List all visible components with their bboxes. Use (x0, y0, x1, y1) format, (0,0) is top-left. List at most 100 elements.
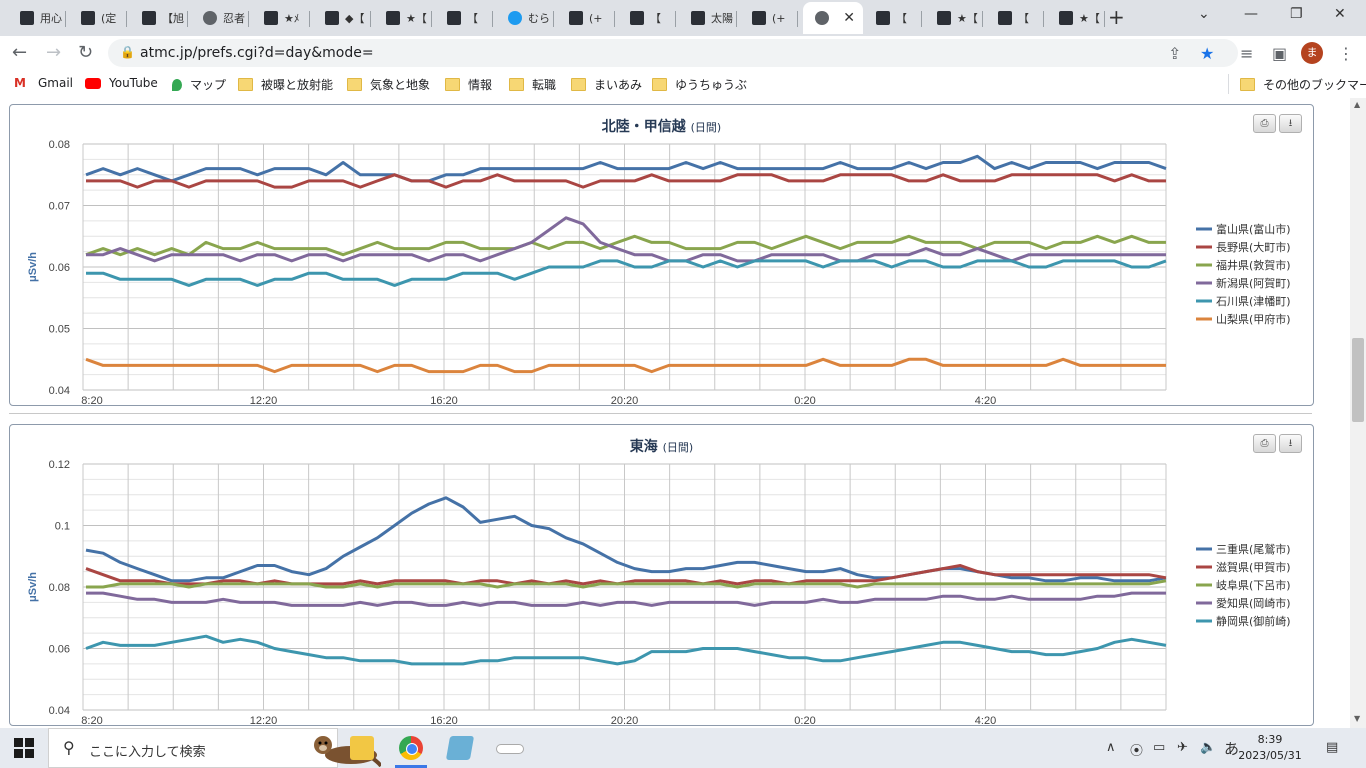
lock-icon[interactable]: 🔒 (120, 45, 135, 59)
reading-list-icon[interactable]: ≡ (1240, 44, 1253, 63)
legend-label[interactable]: 岐阜県(下呂市) (1216, 578, 1291, 592)
page-scrollbar[interactable]: ▲ ▼ (1350, 98, 1366, 728)
tab-active[interactable]: ✕ (803, 2, 863, 34)
browser-tab[interactable]: 【 (864, 2, 922, 34)
browser-tab[interactable]: ★【 (374, 2, 432, 34)
browser-tab[interactable]: ★【 (925, 2, 983, 34)
legend-label[interactable]: 新潟県(阿賀町) (1216, 276, 1291, 290)
new-tab-button[interactable]: + (1108, 5, 1125, 29)
bookmark-other[interactable]: その他のブックマーク (1240, 76, 1366, 93)
browser-tab[interactable]: 用心 (8, 2, 66, 34)
download-icon[interactable]: ⭳ (1279, 434, 1302, 453)
legend-label[interactable]: 山梨県(甲府市) (1216, 312, 1291, 326)
share-icon[interactable]: ⇪ (1168, 44, 1181, 63)
chrome-icon[interactable] (399, 736, 423, 760)
bookmark-youtube[interactable]: YouTube (85, 76, 158, 90)
bookmark-label: YouTube (109, 76, 158, 90)
legend-label[interactable]: 富山県(富山市) (1216, 222, 1291, 236)
bookmark-folder[interactable]: ゆうちゅうぶ (652, 76, 747, 93)
wifi-icon[interactable]: ✈ (1177, 740, 1188, 755)
section-divider (9, 413, 1312, 414)
taskbar-clock[interactable]: 8:39 2023/05/31 (1234, 732, 1306, 764)
browser-tab[interactable]: むら (496, 2, 554, 34)
legend-label[interactable]: 石川県(津幡町) (1216, 294, 1291, 308)
tab-separator (982, 11, 983, 27)
legend-label[interactable]: 長野県(大町市) (1216, 240, 1291, 254)
taskbar: ⚲ ここに入力して検索 ∧ ⦿ ▭ ✈ 🔈 あ 8:39 2023/05/31 … (0, 728, 1366, 768)
profile-avatar[interactable]: ま (1301, 42, 1323, 64)
minimize-button[interactable]: — (1244, 6, 1258, 22)
series-line[interactable] (86, 173, 1166, 189)
volume-icon[interactable]: 🔈 (1200, 740, 1216, 755)
bookmark-folder[interactable]: 転職 (509, 76, 556, 93)
series-line[interactable] (85, 357, 1166, 374)
browser-tab[interactable]: 太陽 (679, 2, 737, 34)
folder-icon (509, 78, 524, 91)
bookmark-folder[interactable]: 情報 (445, 76, 492, 93)
scroll-up-icon[interactable]: ▲ (1354, 100, 1360, 109)
maximize-button[interactable]: ❐ (1290, 6, 1303, 22)
y-tick-label: 0.06 (49, 644, 70, 656)
print-icon[interactable]: ⎙ (1253, 434, 1276, 453)
y-tick-label: 0.08 (49, 582, 70, 594)
forward-icon[interactable]: → (46, 42, 61, 63)
x-tick-label: 16:20 (430, 395, 458, 405)
tab-close-icon[interactable]: ✕ (843, 10, 855, 26)
browser-tab[interactable]: (+ (740, 2, 798, 34)
tab-separator (1104, 11, 1105, 27)
legend-label[interactable]: 福井県(敦賀市) (1216, 258, 1291, 272)
series-line[interactable] (86, 259, 1167, 287)
bookmark-gmail[interactable]: M Gmail (14, 76, 73, 90)
menu-icon[interactable]: ⋮ (1338, 44, 1354, 63)
print-icon[interactable]: ⎙ (1253, 114, 1276, 133)
taskbar-search[interactable]: ⚲ ここに入力して検索 (48, 728, 381, 768)
app-icon[interactable] (445, 736, 475, 760)
bookmark-label: 被曝と放射能 (261, 78, 334, 92)
legend-label[interactable]: 愛知県(岡崎市) (1216, 596, 1291, 610)
battery-icon[interactable]: ▭ (1153, 740, 1165, 755)
reload-icon[interactable]: ↻ (78, 42, 93, 63)
app-icon[interactable] (496, 744, 524, 754)
scrollbar-thumb[interactable] (1352, 338, 1364, 422)
file-explorer-icon[interactable] (350, 736, 374, 760)
bookmark-star-icon[interactable]: ★ (1200, 44, 1214, 63)
scroll-down-icon[interactable]: ▼ (1354, 714, 1360, 723)
legend-label[interactable]: 三重県(尾鷲市) (1216, 542, 1291, 556)
tab-favicon-icon (203, 11, 217, 25)
series-line[interactable] (85, 634, 1167, 666)
tab-search-icon[interactable]: ⌄ (1198, 6, 1210, 22)
side-panel-icon[interactable]: ▣ (1272, 44, 1287, 63)
browser-toolbar: ← → ↻ 🔒 atmc.jp/prefs.cgi?d=day&mode= ⇪ … (0, 36, 1366, 70)
legend-label[interactable]: 滋賀県(甲賀市) (1216, 560, 1291, 574)
download-icon[interactable]: ⭳ (1279, 114, 1302, 133)
browser-tab[interactable]: 【 (618, 2, 676, 34)
bookmark-folder[interactable]: まいあみ (571, 76, 642, 93)
bookmark-folder[interactable]: 被曝と放射能 (238, 76, 333, 93)
browser-tab[interactable]: 【旭 (130, 2, 188, 34)
folder-icon (1240, 78, 1255, 91)
browser-tab[interactable]: (定 (69, 2, 127, 34)
tab-separator (492, 11, 493, 27)
browser-tab[interactable]: ◆【 (313, 2, 371, 34)
bookmarks-bar: M Gmail YouTube マップ 被曝と放射能 気象と地象 情報 転職 まい… (0, 70, 1366, 99)
browser-tab[interactable]: ★【 (1047, 2, 1105, 34)
browser-tab[interactable]: 【 (986, 2, 1044, 34)
legend-label[interactable]: 静岡県(御前崎) (1216, 614, 1291, 628)
meet-icon[interactable]: ⦿ (1130, 740, 1143, 759)
browser-tab[interactable]: 【 (435, 2, 493, 34)
tab-label: ◆【 (345, 12, 365, 25)
notification-icon[interactable]: ▤ (1326, 740, 1338, 755)
address-url[interactable]: atmc.jp/prefs.cgi?d=day&mode= (140, 45, 374, 61)
browser-tab[interactable]: 忍者 (191, 2, 249, 34)
back-icon[interactable]: ← (12, 42, 27, 63)
browser-tab[interactable]: ★ﾒ (252, 2, 310, 34)
tab-favicon-icon (876, 11, 890, 25)
close-window-button[interactable]: ✕ (1334, 6, 1346, 22)
windows-start-icon[interactable] (14, 738, 34, 758)
bookmark-maps[interactable]: マップ (172, 76, 226, 93)
tray-chevron-icon[interactable]: ∧ (1106, 740, 1116, 755)
browser-tab[interactable]: (+ (557, 2, 615, 34)
address-bar[interactable]: 🔒 atmc.jp/prefs.cgi?d=day&mode= (108, 39, 1238, 67)
bookmark-folder[interactable]: 気象と地象 (347, 76, 430, 93)
series-line[interactable] (86, 591, 1166, 607)
